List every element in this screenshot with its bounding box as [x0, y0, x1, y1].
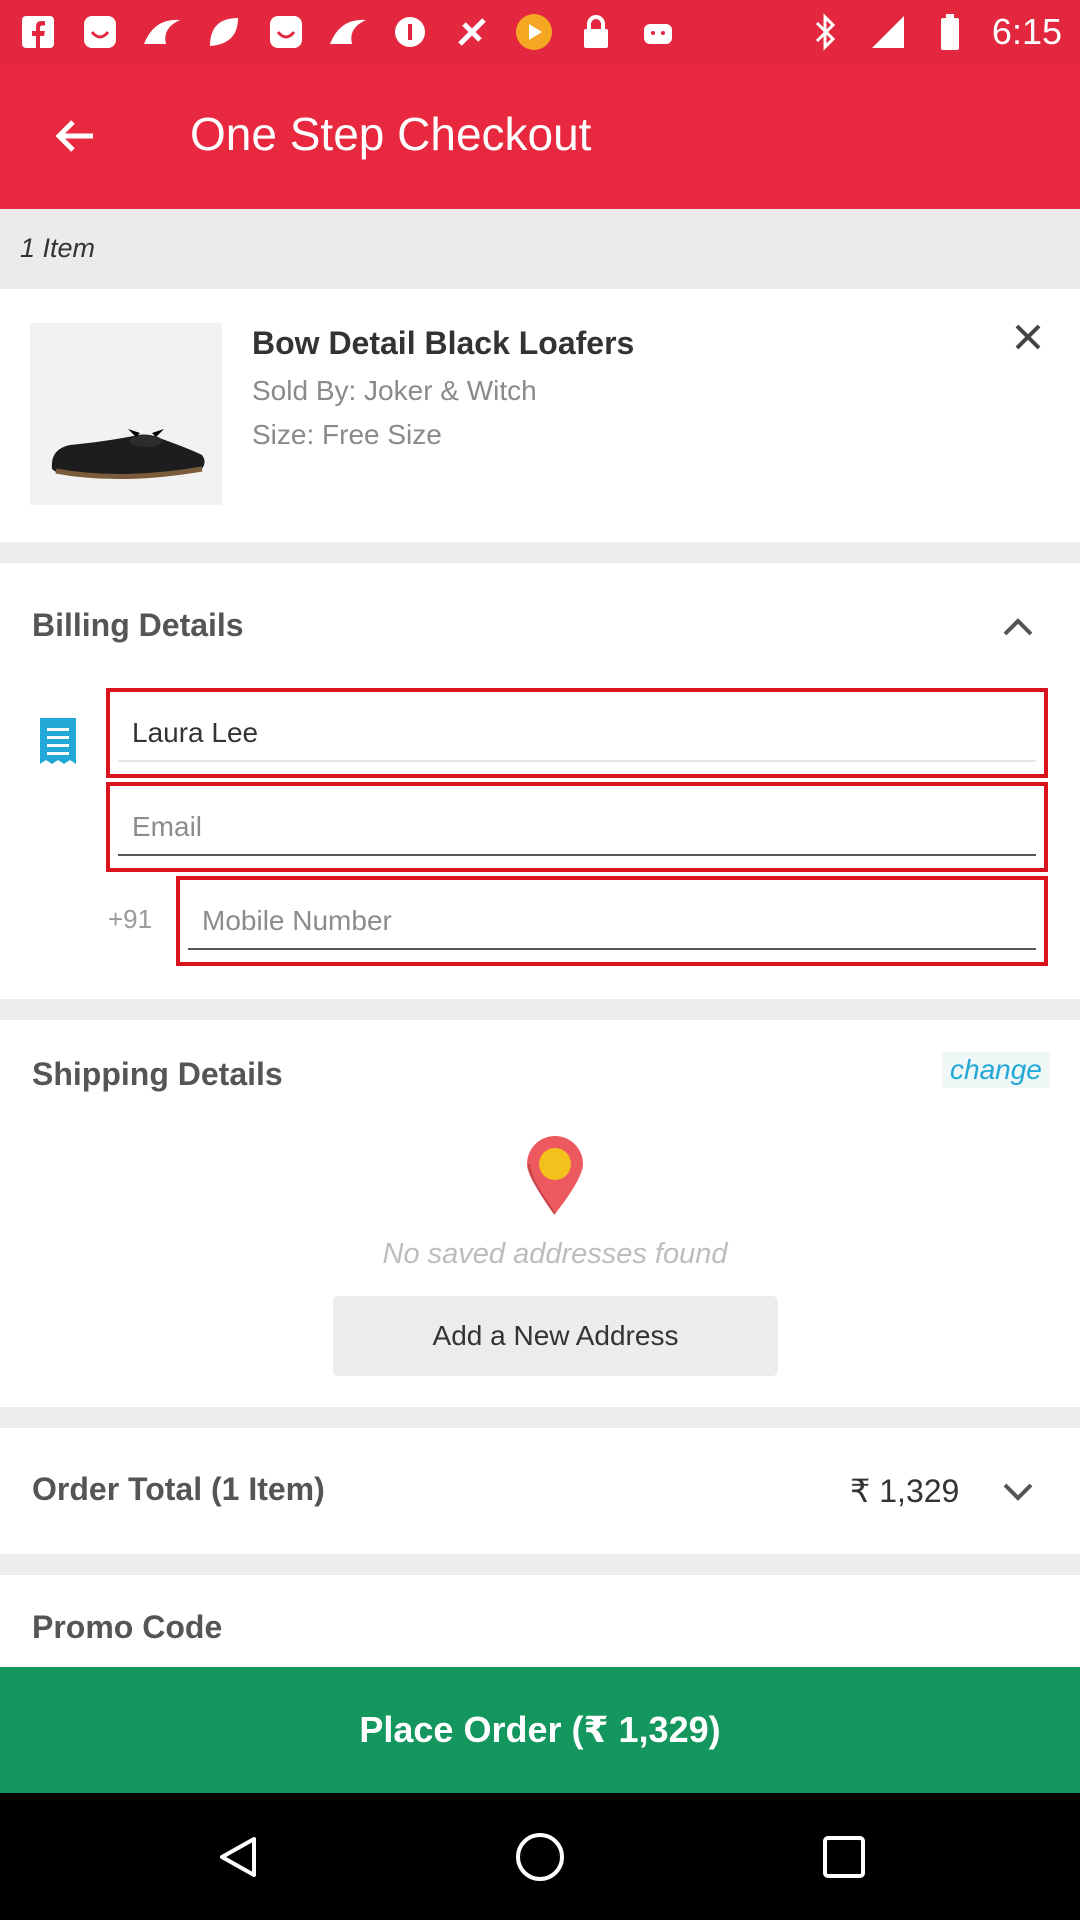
billing-title: Billing Details: [32, 607, 244, 643]
smiley-app-icon-2: [266, 12, 306, 52]
order-expand-button[interactable]: [998, 1478, 1038, 1508]
promo-code-section[interactable]: Promo Code: [0, 1575, 1080, 1667]
close-icon: [1015, 324, 1041, 350]
leaf-app-icon: [204, 12, 244, 52]
country-code: +91: [108, 904, 153, 934]
nav-home-button[interactable]: [512, 1829, 568, 1885]
shipping-title: Shipping Details: [32, 1056, 283, 1092]
signal-icon: [868, 12, 908, 52]
promo-code-title: Promo Code: [32, 1609, 223, 1645]
navigation-bar: [0, 1793, 1080, 1920]
chevron-down-icon: [1003, 1483, 1033, 1501]
shipping-details-section: Shipping Details change No saved address…: [0, 1020, 1080, 1407]
brush-app-icon-2: [328, 12, 368, 52]
product-card: Bow Detail Black Loafers Sold By: Joker …: [0, 289, 1080, 542]
notification-icons: [18, 12, 678, 52]
brush-app-icon: [142, 12, 182, 52]
back-triangle-icon: [220, 1837, 256, 1877]
android-icon: [638, 12, 678, 52]
billing-details-section: Billing Details +91: [0, 563, 1080, 999]
order-total-title: Order Total (1 Item): [32, 1471, 325, 1507]
system-status: 6:15: [806, 11, 1062, 53]
items-count: 1 Item: [20, 233, 96, 263]
mobile-number-field[interactable]: [188, 894, 1036, 950]
arrow-back-icon: [55, 120, 93, 152]
nav-back-button[interactable]: [210, 1829, 266, 1885]
loafer-shoe-image[interactable]: [30, 323, 222, 505]
chevron-up-icon: [1003, 618, 1033, 636]
order-total-section[interactable]: Order Total (1 Item) ₹ 1,329: [0, 1428, 1080, 1554]
change-address-link[interactable]: change: [942, 1052, 1050, 1088]
product-name[interactable]: Bow Detail Black Loafers: [252, 325, 634, 362]
mobile-field-container: [176, 876, 1048, 966]
home-circle-icon: [516, 1833, 564, 1881]
app-bar: One Step Checkout: [0, 63, 1080, 209]
bluetooth-icon: [806, 12, 846, 52]
status-bar: 6:15: [0, 0, 1080, 63]
page-title: One Step Checkout: [190, 108, 592, 160]
email-field-container: [106, 782, 1048, 872]
no-address-message: No saved addresses found: [382, 1238, 728, 1270]
cart-summary-strip: 1 Item: [0, 209, 1080, 289]
clock: 6:15: [991, 10, 1062, 52]
billing-collapse-button[interactable]: [998, 611, 1038, 641]
nav-recents-button[interactable]: [816, 1829, 872, 1885]
smiley-app-icon: [80, 12, 120, 52]
remove-item-button[interactable]: [1010, 319, 1046, 355]
facebook-icon: [18, 12, 58, 52]
add-new-address-button[interactable]: Add a New Address: [333, 1296, 778, 1376]
name-field[interactable]: [118, 706, 1036, 762]
back-button[interactable]: [45, 106, 105, 166]
pause-icon: [390, 12, 430, 52]
name-field-container: [106, 688, 1048, 778]
play-badge-icon: [514, 12, 554, 52]
email-field[interactable]: [118, 800, 1036, 856]
receipt-icon: [38, 716, 78, 766]
product-size: Size: Free Size: [252, 419, 442, 450]
battery-icon: [930, 12, 970, 52]
satellite-icon: [452, 12, 492, 52]
map-pin-icon: [523, 1134, 587, 1216]
order-total-amount: ₹ 1,329: [850, 1473, 960, 1509]
product-seller: Sold By: Joker & Witch: [252, 375, 537, 406]
recents-square-icon: [823, 1836, 865, 1878]
lock-icon: [576, 12, 616, 52]
place-order-button[interactable]: Place Order (₹ 1,329): [0, 1667, 1080, 1793]
